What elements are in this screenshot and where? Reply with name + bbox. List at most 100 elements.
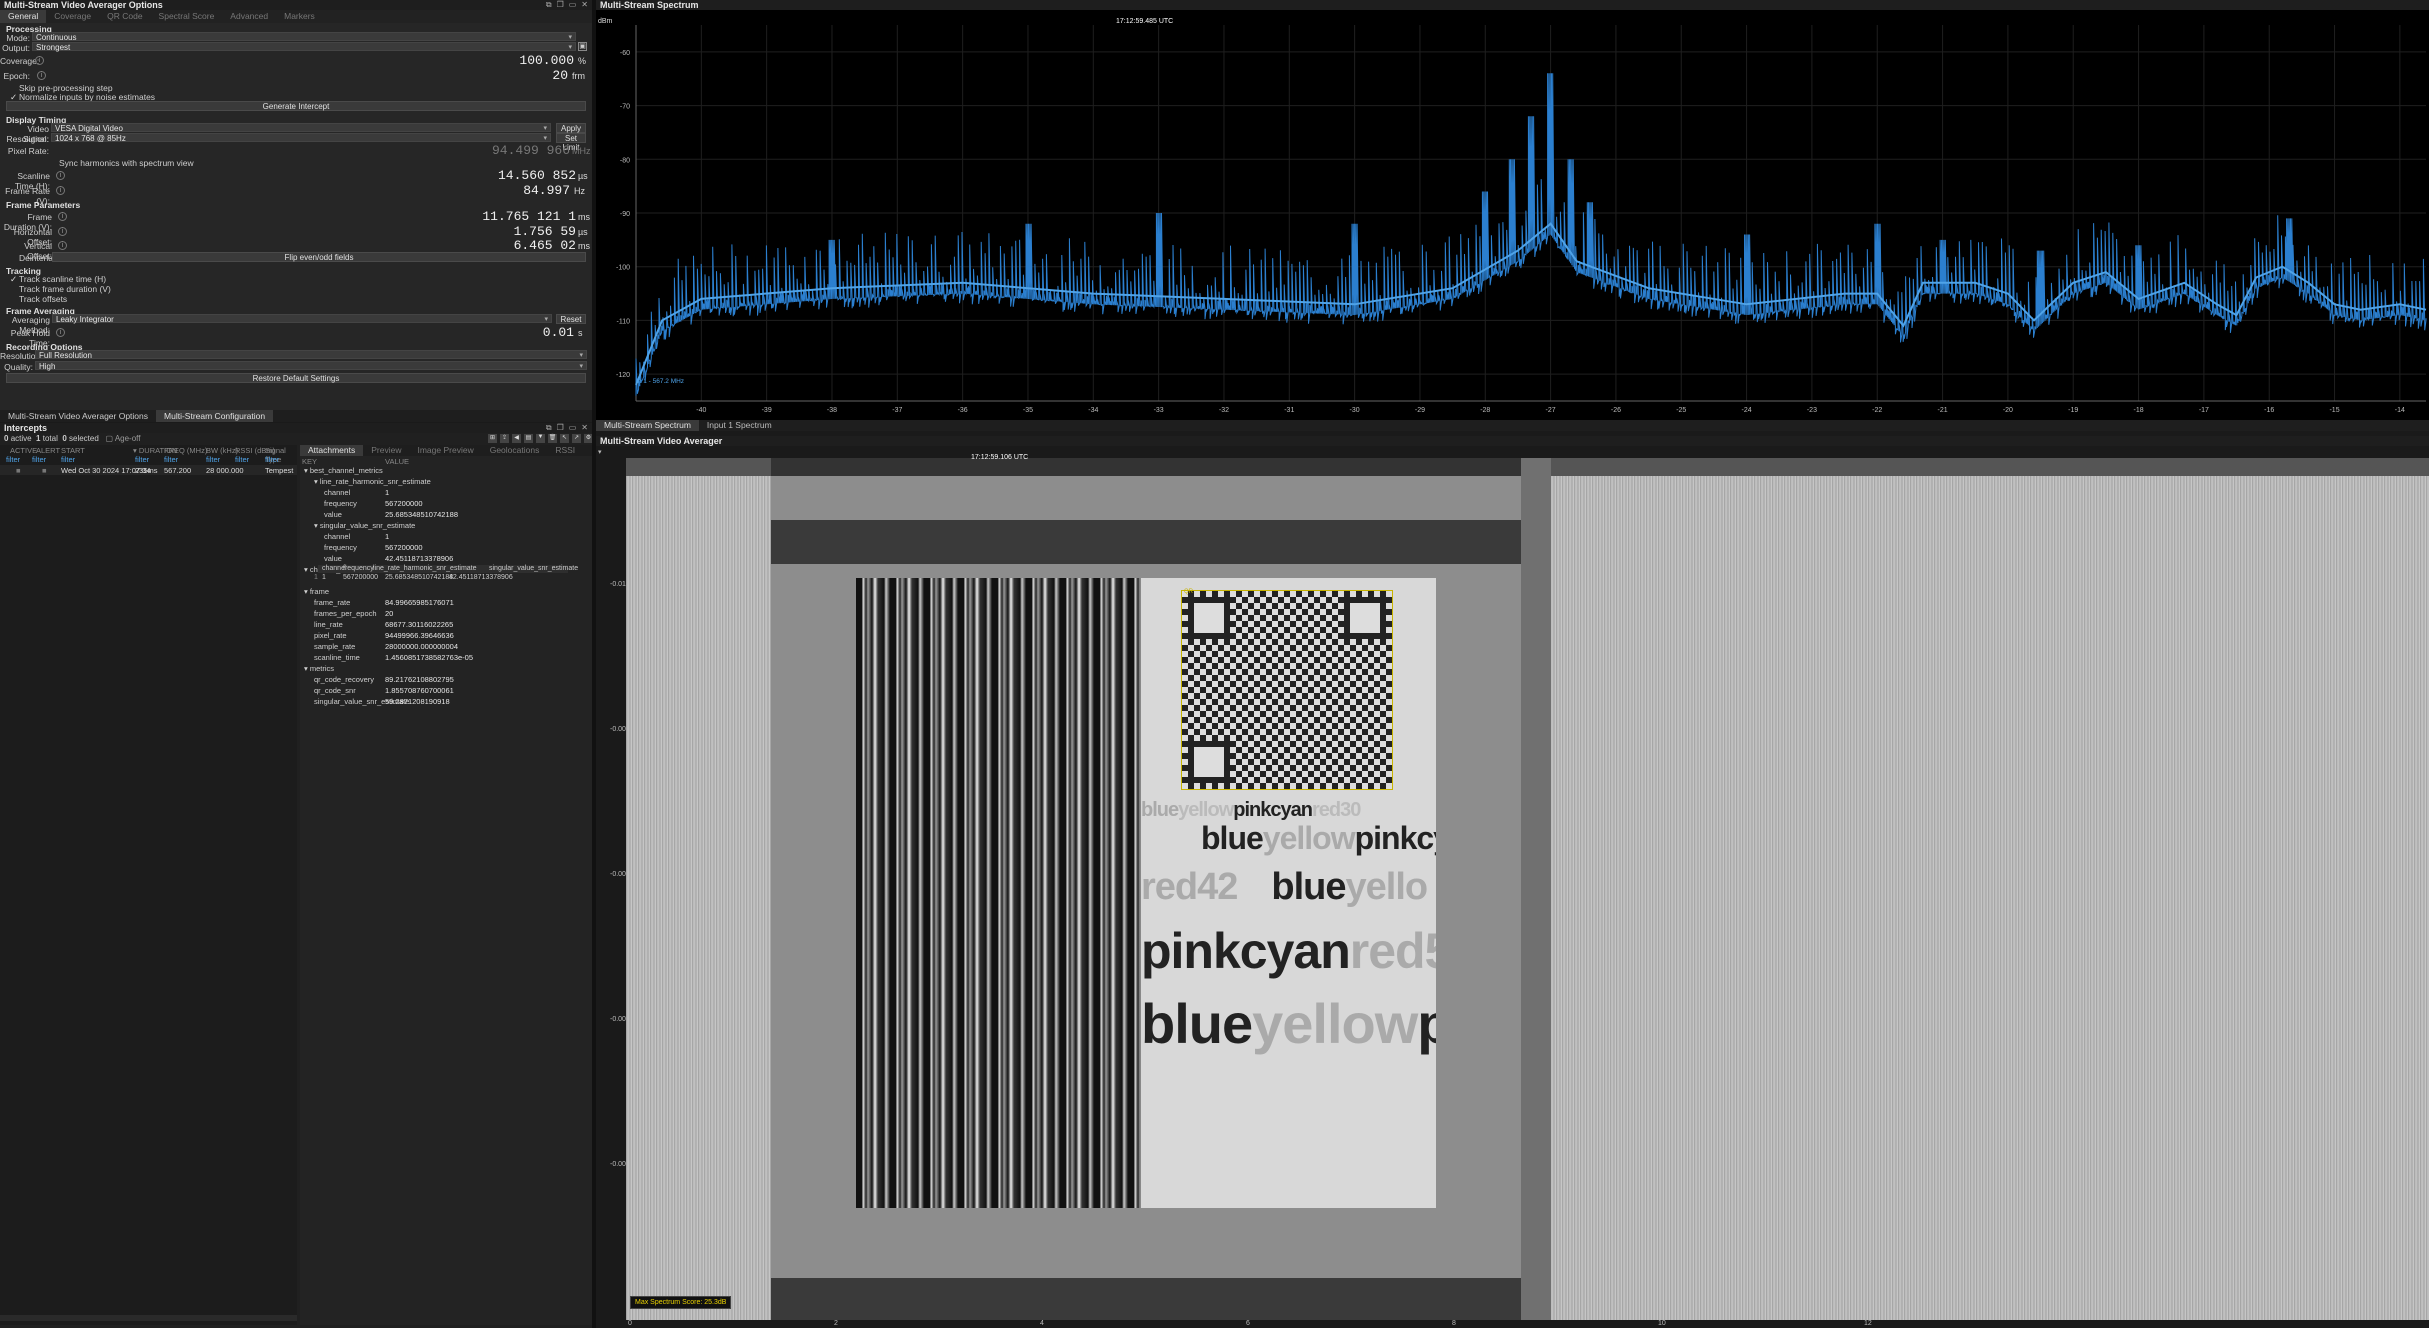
filter-rssi[interactable]: filter [235, 455, 249, 464]
filter-active[interactable]: filter [6, 455, 20, 464]
filter-freq[interactable]: filter [164, 455, 178, 464]
attachment-key[interactable]: ▾ best_channel_metrics [304, 466, 383, 475]
share-icon[interactable]: ↗ [572, 434, 581, 443]
video-panel: Multi-Stream Video Averager ▾ 17:12:59.1… [596, 436, 2429, 1328]
tab-markers[interactable]: Markers [276, 10, 323, 23]
ytick-label: -70 [620, 104, 630, 111]
tab-preview[interactable]: Preview [363, 445, 409, 456]
delete-icon[interactable]: 🗑 [548, 434, 557, 443]
export-icon[interactable]: ⇪ [500, 434, 509, 443]
coverage-value[interactable]: 100.000 [400, 53, 574, 68]
attachment-key[interactable]: ▾ singular_value_snr_estimate [314, 521, 415, 530]
info-icon[interactable]: i [56, 328, 65, 337]
generate-intercept-button[interactable]: Generate Intercept [6, 101, 586, 111]
undock-icon[interactable]: ⧉ [546, 0, 552, 10]
ageoff-toggle[interactable]: ▢ Age-off [105, 434, 140, 443]
video-dark-bar-bottom [771, 1278, 1521, 1320]
col-bw[interactable]: BW (kHz) [206, 446, 238, 455]
filter-start[interactable]: filter [61, 455, 75, 464]
info-icon[interactable]: i [37, 71, 46, 80]
info-icon[interactable]: i [56, 171, 65, 180]
info-icon[interactable]: i [58, 212, 67, 221]
filter-bw[interactable]: filter [206, 455, 220, 464]
filter-alert[interactable]: filter [32, 455, 46, 464]
restore-defaults-button[interactable]: Restore Default Settings [6, 373, 586, 383]
frame-duration-value[interactable]: 11.765 121 1 [400, 209, 576, 224]
resolution-select[interactable]: 1024 x 768 @ 85Hz ▾ [51, 133, 551, 143]
apply-button[interactable]: Apply [556, 123, 586, 133]
epoch-value[interactable]: 20 [400, 68, 568, 83]
set-limit-button[interactable]: Set Limit [556, 133, 586, 152]
col-freq[interactable]: FREQ (MHz) [164, 446, 207, 455]
sub-row-channel: 1 [322, 574, 326, 581]
close-icon[interactable]: ✕ [581, 0, 588, 10]
video-collapse-icon[interactable]: ▾ [598, 448, 602, 456]
attachment-value: 1 [385, 488, 390, 497]
float-icon[interactable]: ❐ [557, 423, 564, 433]
min-icon[interactable]: ▭ [569, 0, 577, 10]
tab-averager-options[interactable]: Multi-Stream Video Averager Options [0, 410, 156, 422]
tab-rssi[interactable]: RSSI [547, 445, 583, 456]
info-icon[interactable]: i [58, 227, 67, 236]
pointer-icon[interactable]: ↖ [560, 434, 569, 443]
tab-image-preview[interactable]: Image Preview [409, 445, 481, 456]
filter-icon[interactable]: ▼ [536, 434, 545, 443]
col-start[interactable]: START [61, 446, 85, 455]
hoffset-value[interactable]: 1.756 59 [400, 224, 576, 239]
framerate-value[interactable]: 84.997 [400, 183, 570, 198]
horizontal-scrollbar[interactable] [0, 1315, 297, 1321]
attachment-key[interactable]: ▾ metrics [304, 664, 334, 673]
back-icon[interactable]: ◀ [512, 434, 521, 443]
video-frame[interactable]: QR blueyellowpinkcyanred30 blueyellowpin… [626, 458, 2429, 1320]
tab-advanced[interactable]: Advanced [222, 10, 276, 23]
tab-general[interactable]: General [0, 10, 47, 23]
xtick-label: -40 [696, 407, 706, 414]
reset-button[interactable]: Reset [556, 314, 586, 324]
attachment-key[interactable]: ▾ frame [304, 587, 329, 596]
info-icon[interactable]: i [56, 186, 65, 195]
tab-multistream-spectrum[interactable]: Multi-Stream Spectrum [596, 420, 699, 431]
spectrum-chart[interactable]: -60 -70 -80 -90 -100 -110 -120 -40 -39 -38 -37 -36 -… [596, 9, 2429, 429]
track-offsets-checkbox[interactable]: Track offsets [10, 294, 67, 304]
sync-harmonics-checkbox[interactable]: Sync harmonics with spectrum view [50, 158, 194, 168]
attachment-key: frames_per_epoch [314, 609, 377, 618]
save-icon[interactable]: ▣ [578, 42, 587, 51]
averaging-method-select[interactable]: Leaky Integrator ▾ [52, 314, 552, 324]
video-signal-select[interactable]: VESA Digital Video ▾ [51, 123, 551, 133]
averager-options-panel: Multi-Stream Video Averager Options ⧉ ❐ ▭ ✕… [0, 0, 592, 422]
undock-icon[interactable]: ⧉ [546, 423, 552, 433]
quality-select[interactable]: High ▾ [35, 361, 587, 371]
flip-fields-button[interactable]: Flip even/odd fields [52, 252, 586, 262]
min-icon[interactable]: ▭ [569, 423, 577, 433]
columns-icon[interactable]: ▤ [524, 434, 533, 443]
info-icon[interactable]: i [35, 56, 44, 65]
close-icon[interactable]: ✕ [581, 423, 588, 433]
settings-icon[interactable]: ⚙ [584, 434, 592, 443]
xtick-label: -23 [1807, 407, 1817, 414]
info-icon[interactable]: i [58, 241, 67, 250]
voffset-value[interactable]: 6.465 02 [400, 238, 576, 253]
tab-coverage[interactable]: Coverage [46, 10, 99, 23]
track-v-checkbox[interactable]: Track frame duration (V) [10, 284, 111, 294]
tab-qr-code[interactable]: QR Code [99, 10, 150, 23]
scanline-value[interactable]: 14.560 852 [400, 168, 576, 183]
col-active[interactable]: ACTIVE [10, 446, 37, 455]
tab-multistream-config[interactable]: Multi-Stream Configuration [156, 410, 274, 422]
filter-signal-type[interactable]: filter [265, 455, 279, 464]
tab-geolocations[interactable]: Geolocations [482, 445, 548, 456]
attachment-key[interactable]: ▾ line_rate_harmonic_snr_estimate [314, 477, 431, 486]
filter-duration[interactable]: filter [135, 455, 149, 464]
col-alert[interactable]: ALERT [36, 446, 60, 455]
tab-spectral-score[interactable]: Spectral Score [151, 10, 223, 23]
tab-attachments[interactable]: Attachments [300, 445, 364, 456]
tab-input1-spectrum[interactable]: Input 1 Spectrum [699, 420, 780, 431]
mode-select[interactable]: Continuous ▾ [32, 32, 576, 42]
rec-resolution-select[interactable]: Full Resolution ▾ [35, 350, 587, 360]
attachment-value: 59.2871208190918 [385, 697, 450, 706]
attachment-key: sample_rate [314, 642, 356, 651]
output-select[interactable]: Strongest ▾ [32, 42, 576, 52]
group-icon[interactable]: ⊞ [488, 434, 497, 443]
float-icon[interactable]: ❐ [557, 0, 564, 10]
table-row[interactable]: ■ ■ Wed Oct 30 2024 17:07:34 235ms 567.2… [0, 465, 297, 475]
peak-hold-value[interactable]: 0.01 [400, 325, 574, 340]
